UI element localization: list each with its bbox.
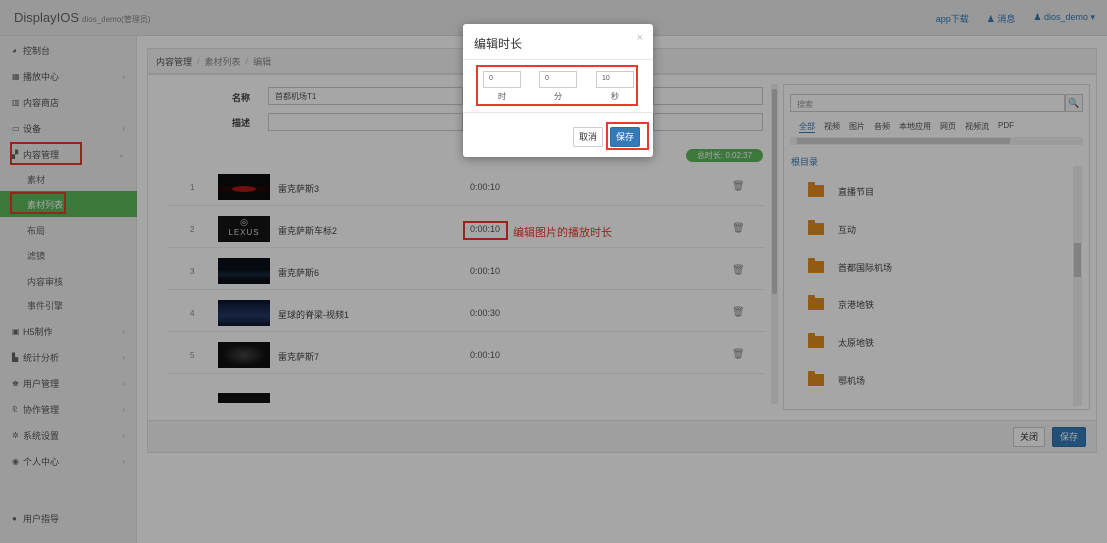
modal-divider (463, 112, 653, 113)
cancel-button[interactable]: 取消 (573, 127, 603, 147)
close-icon[interactable]: × (637, 32, 643, 44)
annotation-box-save (606, 122, 649, 150)
modal-divider (463, 59, 653, 60)
annotation-box-time-inputs (476, 65, 638, 106)
modal-title: 编辑时长 (474, 37, 523, 51)
